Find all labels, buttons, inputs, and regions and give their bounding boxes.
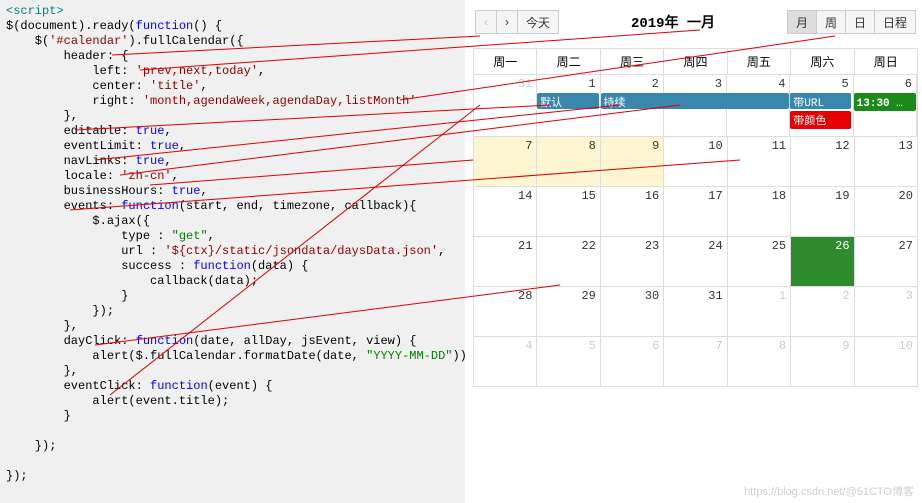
calendar-body: 31 1 2 3 4 5 6 默认 持续 带URL 带URL 带颜色 13:30…	[474, 74, 917, 386]
calendar-grid: 周一 周二 周三 周四 周五 周六 周日 31 1 2 3 4 5 6	[473, 48, 918, 387]
event-timed[interactable]: 13:30 带时	[854, 93, 916, 111]
event-default[interactable]: 默认	[537, 93, 599, 109]
watermark: https://blog.csdn.net/@51CTO博客	[744, 483, 914, 499]
day-cell[interactable]: 21	[474, 237, 537, 286]
day-cell[interactable]: 15	[537, 187, 600, 236]
day-cell[interactable]: 31	[474, 75, 537, 136]
day-cell[interactable]: 2	[791, 287, 854, 336]
day-cell[interactable]: 22	[537, 237, 600, 286]
month-view-button[interactable]: 月	[787, 10, 817, 34]
day-cell[interactable]: 27	[855, 237, 917, 286]
day-cell[interactable]: 6	[601, 337, 664, 386]
day-cell[interactable]: 16	[601, 187, 664, 236]
dow-sun: 周日	[855, 49, 917, 74]
code-editor: <script> $(document).ready(function() { …	[0, 0, 465, 503]
day-cell[interactable]: 5	[537, 337, 600, 386]
day-cell[interactable]: 30	[601, 287, 664, 336]
day-cell[interactable]: 23	[601, 237, 664, 286]
day-cell[interactable]: 24	[664, 237, 727, 286]
week-row: 28 29 30 31 1 2 3	[474, 286, 917, 336]
calendar-title: 2019年 一月	[559, 12, 787, 32]
week-row: 31 1 2 3 4 5 6 默认 持续 带URL 带URL 带颜色 13:30…	[474, 74, 917, 136]
event-url2[interactable]: 带URL	[790, 93, 851, 109]
next-button[interactable]: ›	[496, 10, 518, 34]
day-cell[interactable]: 18	[728, 187, 791, 236]
day-header-row: 周一 周二 周三 周四 周五 周六 周日	[474, 49, 917, 74]
event-colored[interactable]: 带颜色	[790, 111, 851, 129]
day-cell[interactable]: 7	[474, 137, 537, 186]
day-cell[interactable]: 4	[474, 337, 537, 386]
day-cell[interactable]: 29	[537, 287, 600, 336]
day-cell[interactable]: 10	[855, 337, 917, 386]
day-cell[interactable]: 8	[728, 337, 791, 386]
list-view-button[interactable]: 日程	[874, 10, 916, 34]
week-row: 21 22 23 24 25 26 27	[474, 236, 917, 286]
day-cell[interactable]: 19	[791, 187, 854, 236]
day-cell[interactable]: 31	[664, 287, 727, 336]
day-cell[interactable]: 10	[664, 137, 727, 186]
dow-thu: 周四	[664, 49, 727, 74]
week-row: 14 15 16 17 18 19 20	[474, 186, 917, 236]
week-row: 7 8 9 10 11 12 13	[474, 136, 917, 186]
day-cell[interactable]: 3	[855, 287, 917, 336]
day-cell[interactable]: 17	[664, 187, 727, 236]
day-cell[interactable]: 28	[474, 287, 537, 336]
week-row: 4 5 6 7 8 9 10	[474, 336, 917, 386]
script-tag: <script>	[6, 4, 64, 18]
dow-fri: 周五	[728, 49, 791, 74]
today-button[interactable]: 今天	[517, 10, 559, 34]
day-cell[interactable]: 26	[791, 237, 854, 286]
day-cell[interactable]: 11	[728, 137, 791, 186]
day-cell[interactable]: 9	[601, 137, 664, 186]
day-cell[interactable]: 9	[791, 337, 854, 386]
calendar-panel: ‹ › 今天 2019年 一月 月 周 日 日程 周一 周二 周三 周四 周五 …	[465, 0, 922, 503]
day-cell[interactable]: 20	[855, 187, 917, 236]
dow-tue: 周二	[537, 49, 600, 74]
dow-mon: 周一	[474, 49, 537, 74]
dow-wed: 周三	[601, 49, 664, 74]
day-cell[interactable]: 14	[474, 187, 537, 236]
day-view-button[interactable]: 日	[845, 10, 875, 34]
day-cell[interactable]: 13	[855, 137, 917, 186]
calendar-toolbar: ‹ › 今天 2019年 一月 月 周 日 日程	[473, 10, 918, 34]
dow-sat: 周六	[791, 49, 854, 74]
prev-button[interactable]: ‹	[475, 10, 497, 34]
day-cell[interactable]: 7	[664, 337, 727, 386]
day-cell[interactable]: 12	[791, 137, 854, 186]
day-cell[interactable]: 25	[728, 237, 791, 286]
event-continuous[interactable]: 持续	[601, 93, 789, 109]
week-view-button[interactable]: 周	[816, 10, 846, 34]
day-cell[interactable]: 1	[728, 287, 791, 336]
day-cell[interactable]: 8	[537, 137, 600, 186]
